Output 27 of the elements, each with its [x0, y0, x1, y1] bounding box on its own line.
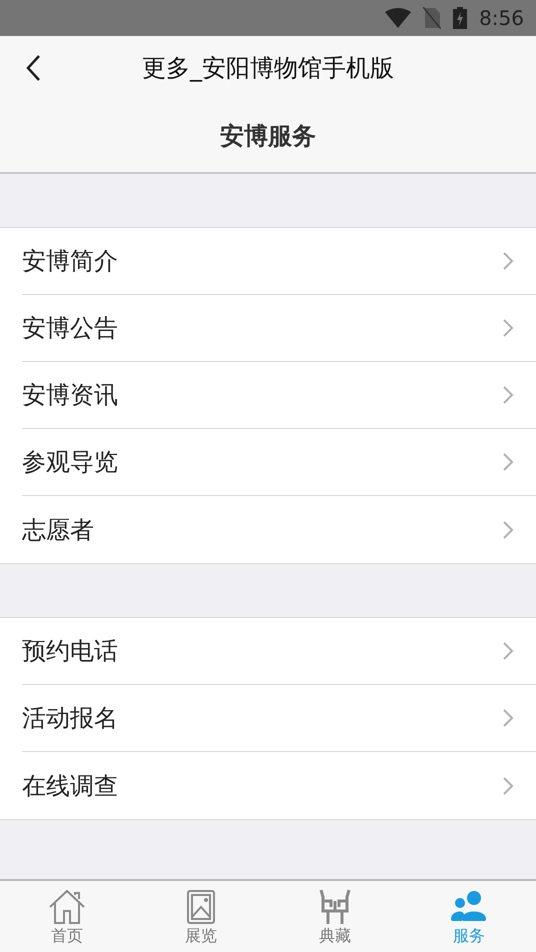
- chevron-right-icon: [502, 520, 514, 540]
- section-title: 安博服务: [220, 121, 316, 152]
- menu-item[interactable]: 安博简介: [22, 228, 536, 295]
- menu-item[interactable]: 预约电话: [22, 618, 536, 685]
- chevron-right-icon: [502, 452, 514, 472]
- menu-item[interactable]: 在线调查: [22, 752, 536, 819]
- chevron-right-icon: [502, 776, 514, 796]
- house-icon: [48, 889, 86, 925]
- menu-item[interactable]: 活动报名: [22, 685, 536, 752]
- chevron-right-icon: [502, 385, 514, 405]
- chevron-right-icon: [502, 318, 514, 338]
- status-time: 8:56: [479, 5, 524, 32]
- chevron-right-icon: [502, 708, 514, 728]
- menu-item[interactable]: 安博资讯: [22, 362, 536, 429]
- menu-item[interactable]: 安博公告: [22, 295, 536, 362]
- chevron-right-icon: [502, 251, 514, 271]
- page-title: 更多_安阳博物馆手机版: [142, 53, 394, 84]
- back-icon: [25, 54, 41, 82]
- tab[interactable]: 典藏: [268, 881, 402, 952]
- battery-icon: [453, 7, 468, 29]
- tab[interactable]: 展览: [134, 881, 268, 952]
- tab[interactable]: 首页: [0, 881, 134, 952]
- wifi-icon: [385, 8, 412, 28]
- menu-item[interactable]: 参观导览: [22, 429, 536, 496]
- no-sim-icon: [423, 7, 442, 29]
- menu-item[interactable]: 志愿者: [22, 496, 536, 563]
- chevron-right-icon: [502, 641, 514, 661]
